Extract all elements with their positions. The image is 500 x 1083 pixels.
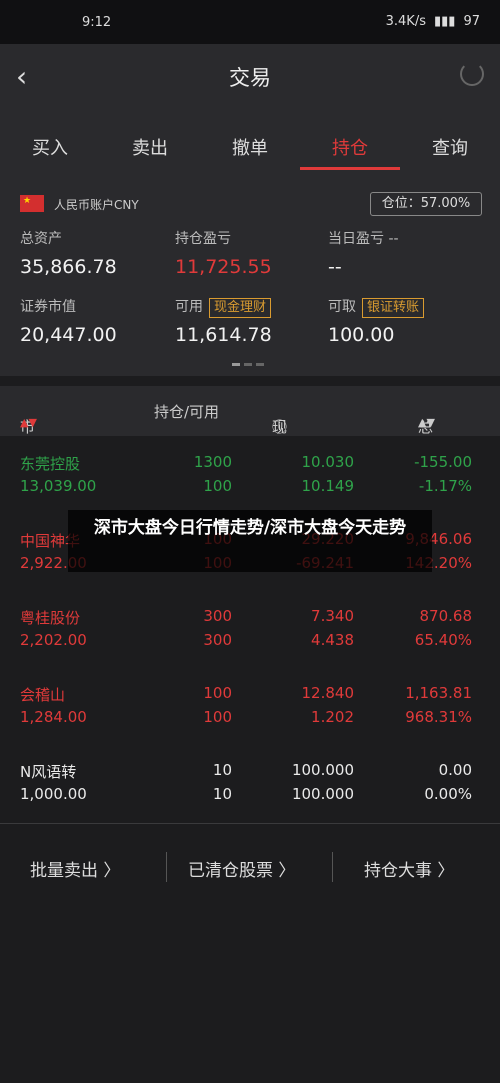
account-summary: ★ 人民币账户CNY 仓位：57.00% 总资产 35,866.78 持仓盈亏 … (0, 176, 500, 376)
stock-total-pl: 1,163.81 (405, 684, 472, 702)
stock-price: 100.000 (291, 761, 354, 779)
battery-level: 97 (463, 14, 480, 29)
stock-name: 粤桂股份 (20, 609, 81, 627)
account-currency[interactable]: 人民币账户CNY (54, 196, 139, 213)
sort-icon: ▲▼ (20, 416, 37, 429)
stock-pl-percent: 65.40% (414, 631, 472, 649)
stock-available: 300 (203, 631, 232, 649)
watermark-caption: 深市大盘今日行情走势/深市大盘今天走势 (68, 510, 432, 572)
cleared-stocks-link[interactable]: 已清仓股票 〉 (188, 856, 295, 881)
page-indicator (232, 363, 264, 366)
divider (332, 852, 333, 882)
tab-query[interactable]: 查询 (400, 106, 500, 176)
bank-transfer-button[interactable]: 银证转账 (362, 298, 425, 318)
tab-holdings[interactable]: 持仓 (300, 106, 400, 176)
status-icons: 3.4K/s ▮▮▮ 97 (386, 14, 480, 29)
stock-market-value: 2,202.00 (20, 631, 87, 649)
stock-cost: 4.438 (311, 631, 354, 649)
stock-holding: 10 (212, 761, 232, 779)
refresh-icon[interactable] (460, 62, 484, 86)
china-flag-icon: ★ (20, 195, 44, 212)
stock-name: 东莞控股 (20, 455, 81, 473)
withdrawable-value: 100.00 (328, 324, 395, 346)
stock-total-pl: 0.00 (438, 761, 472, 779)
table-row[interactable]: N风语转 1,000.00 10 10 100.000 100.000 0.00 0.00% (0, 746, 500, 824)
status-bar: 9:12 3.4K/s ▮▮▮ 97 (0, 0, 500, 44)
stock-total-pl: 870.68 (419, 607, 473, 625)
status-time: 9:12 (82, 15, 112, 30)
stock-cost: 1.202 (311, 708, 354, 726)
table-row[interactable]: 粤桂股份 2,202.00 300 300 7.340 4.438 870.68 65.40% (0, 592, 500, 670)
daily-pl-value: -- (328, 256, 342, 278)
market-value-value: 20,447.00 (20, 324, 117, 346)
position-ratio-badge: 仓位：57.00% (370, 192, 482, 216)
stock-price: 10.030 (301, 453, 355, 471)
bottom-actions: 批量卖出 〉 已清仓股票 〉 持仓大事 〉 (0, 838, 500, 898)
stock-price: 7.340 (311, 607, 354, 625)
signal-icon: ▮▮▮ (433, 14, 456, 29)
stock-price: 12.840 (301, 684, 355, 702)
stock-holding: 1300 (193, 453, 232, 471)
market-value-label: 证券市值 (20, 299, 76, 315)
stock-name: 会稽山 (20, 686, 66, 704)
tab-cancel[interactable]: 撤单 (200, 106, 300, 176)
total-assets-label: 总资产 (20, 231, 62, 247)
stock-market-value: 1,000.00 (20, 785, 87, 803)
withdrawable-text: 可取 (328, 299, 356, 315)
info-icon[interactable]: ⓘ (272, 416, 287, 437)
stock-available: 100 (203, 477, 232, 495)
stock-holding: 300 (203, 607, 232, 625)
total-assets-value: 35,866.78 (20, 256, 117, 278)
divider (166, 852, 167, 882)
page-title: 交易 (229, 66, 271, 90)
stock-pl-percent: -1.17% (418, 477, 472, 495)
stock-pl-percent: 968.31% (405, 708, 472, 726)
cash-management-button[interactable]: 现金理财 (209, 298, 272, 318)
stock-cost: 100.000 (291, 785, 354, 803)
nav-bar: ‹ 交易 (0, 44, 500, 106)
header-holding-available: 持仓/可用 (154, 403, 220, 421)
stock-cost: 10.149 (301, 477, 355, 495)
stock-market-value: 13,039.00 (20, 477, 97, 495)
batch-sell-link[interactable]: 批量卖出 〉 (30, 856, 120, 881)
stock-name: N风语转 (20, 763, 77, 781)
tab-buy[interactable]: 买入 (0, 106, 100, 176)
withdrawable-label: 可取 银证转账 (328, 296, 425, 318)
holdings-table-header: 市值▲▼ 持仓/可用 现价/成本 ⓘ 总盈亏▲▼ (0, 386, 500, 499)
holding-pl-label: 持仓盈亏 (175, 231, 231, 247)
available-label: 可用 现金理财 (175, 296, 272, 318)
network-speed: 3.4K/s (385, 14, 426, 29)
table-row[interactable]: 会稽山 1,284.00 100 100 12.840 1.202 1,163.81 968.… (0, 669, 500, 747)
tab-sell[interactable]: 卖出 (100, 106, 200, 176)
holding-events-link[interactable]: 持仓大事 〉 (364, 856, 454, 881)
stock-pl-percent: 0.00% (424, 785, 472, 803)
stock-available: 100 (203, 708, 232, 726)
sort-icon: ▲▼ (418, 416, 435, 429)
table-row[interactable]: 东莞控股 13,039.00 1300 100 10.030 10.149 -155.00 -… (0, 438, 500, 516)
daily-pl-label: 当日盈亏 -- (328, 231, 399, 247)
available-value: 11,614.78 (175, 324, 272, 346)
stock-available: 10 (212, 785, 232, 803)
stock-market-value: 1,284.00 (20, 708, 87, 726)
stock-total-pl: -155.00 (414, 453, 472, 471)
available-text: 可用 (175, 299, 203, 315)
holding-pl-value: 11,725.55 (175, 256, 272, 278)
trade-tabs: 买入 卖出 撤单 持仓 查询 (0, 106, 500, 176)
stock-holding: 100 (203, 684, 232, 702)
